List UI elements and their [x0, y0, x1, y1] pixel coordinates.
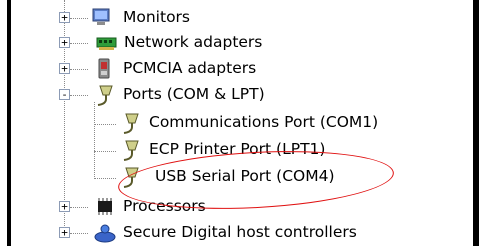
tree-item-network-adapters[interactable]: + Network adapters: [0, 31, 470, 55]
port-connector-icon: [92, 83, 114, 106]
collapse-toggle[interactable]: -: [59, 89, 70, 100]
tree-item-label: Ports (COM & LPT): [123, 85, 265, 103]
tree-item-com1[interactable]: Communications Port (COM1): [0, 111, 470, 135]
expand-toggle[interactable]: +: [59, 37, 70, 48]
port-connector-icon: [118, 138, 140, 161]
device-tree: + Monitors + Network adapters + PCMCIA a…: [0, 0, 479, 246]
tree-item-pcmcia-adapters[interactable]: + PCMCIA adapters: [0, 57, 470, 81]
monitor-icon: [90, 7, 112, 29]
expand-toggle[interactable]: +: [59, 227, 70, 238]
pcmcia-card-icon: [94, 58, 116, 80]
tree-item-label: Network adapters: [124, 33, 263, 51]
tree-item-label: PCMCIA adapters: [123, 59, 257, 77]
tree-item-label: Monitors: [123, 8, 190, 26]
processor-chip-icon: [94, 196, 116, 218]
port-connector-icon: [118, 111, 140, 134]
tree-item-label: Secure Digital host controllers: [123, 223, 357, 241]
tree-item-ports[interactable]: - Ports (COM & LPT): [0, 83, 470, 107]
tree-item-monitors[interactable]: + Monitors: [0, 6, 470, 30]
expand-toggle[interactable]: +: [59, 12, 70, 23]
expand-toggle[interactable]: +: [59, 201, 70, 212]
network-adapter-icon: [96, 33, 118, 55]
tree-item-label: Communications Port (COM1): [149, 113, 379, 131]
sd-controller-icon: [94, 222, 116, 244]
tree-item-sd-host-controllers[interactable]: + Secure Digital host controllers: [0, 221, 470, 245]
expand-toggle[interactable]: +: [59, 63, 70, 74]
